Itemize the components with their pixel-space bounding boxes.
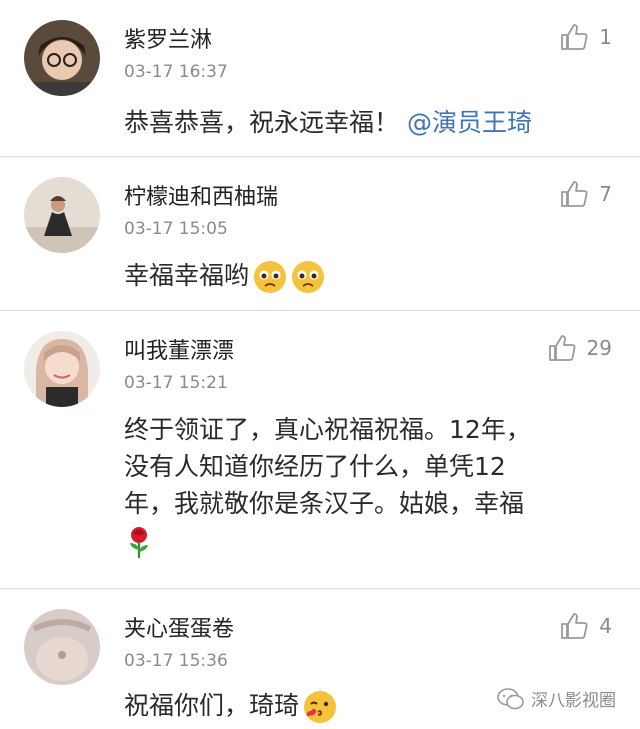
comment-body: 恭喜恭喜，祝永远幸福！ xyxy=(124,108,400,137)
mention-link[interactable]: @演员王琦 xyxy=(407,108,532,137)
watermark: 深八影视圈 xyxy=(497,686,616,711)
avatar[interactable] xyxy=(24,20,100,96)
like-button[interactable]: 4 xyxy=(559,611,612,641)
avatar[interactable] xyxy=(24,609,100,685)
thumbs-up-icon xyxy=(559,22,589,52)
comment-text: 终于领证了，真心祝福祝福。12年， 没有人知道你经历了什么，单凭12 年，我就敬… xyxy=(124,411,624,560)
thumbs-up-icon xyxy=(559,611,589,641)
comment-line: 终于领证了，真心祝福祝福。12年， xyxy=(124,415,531,444)
avatar[interactable] xyxy=(24,177,100,253)
comment-text: 恭喜恭喜，祝永远幸福！ @演员王琦 xyxy=(124,104,614,141)
comment-body: 幸福幸福哟 xyxy=(124,261,250,290)
pleading-face-icon xyxy=(253,260,287,294)
watermark-text: 深八影视圈 xyxy=(531,691,616,711)
comment-line: 没有人知道你经历了什么，单凭12 xyxy=(124,452,506,481)
like-count: 29 xyxy=(586,336,612,360)
rose-line xyxy=(124,522,624,560)
wechat-icon xyxy=(497,687,525,710)
username[interactable]: 叫我董漂漂 xyxy=(124,333,234,365)
thumbs-up-icon xyxy=(547,333,577,363)
like-count: 7 xyxy=(599,182,612,206)
timestamp: 03-17 15:36 xyxy=(124,651,228,671)
like-button[interactable]: 7 xyxy=(559,179,612,209)
avatar[interactable] xyxy=(24,331,100,407)
comment-item: 叫我董漂漂 03-17 15:21 29 终于领证了，真心祝福祝福。12年， 没… xyxy=(0,311,640,589)
timestamp: 03-17 15:05 xyxy=(124,219,228,239)
username[interactable]: 柠檬迪和西柚瑞 xyxy=(124,179,278,211)
comment-body: 祝福你们，琦琦 xyxy=(124,691,300,720)
pleading-face-icon xyxy=(291,260,325,294)
like-count: 1 xyxy=(599,25,612,49)
timestamp: 03-17 16:37 xyxy=(124,62,228,82)
comment-text: 幸福幸福哟 xyxy=(124,257,614,294)
kiss-face-icon xyxy=(303,690,337,724)
thumbs-up-icon xyxy=(559,179,589,209)
username[interactable]: 夹心蛋蛋卷 xyxy=(124,611,234,643)
comment-item: 柠檬迪和西柚瑞 03-17 15:05 7 幸福幸福哟 xyxy=(0,157,640,311)
like-button[interactable]: 1 xyxy=(559,22,612,52)
rose-icon xyxy=(124,524,154,560)
timestamp: 03-17 15:21 xyxy=(124,373,228,393)
comment-item: 紫罗兰淋 03-17 16:37 1 恭喜恭喜，祝永远幸福！ @演员王琦 xyxy=(0,0,640,157)
like-count: 4 xyxy=(599,614,612,638)
username[interactable]: 紫罗兰淋 xyxy=(124,22,212,54)
like-button[interactable]: 29 xyxy=(547,333,612,363)
comment-line: 年，我就敬你是条汉子。姑娘，幸福 xyxy=(124,489,525,518)
